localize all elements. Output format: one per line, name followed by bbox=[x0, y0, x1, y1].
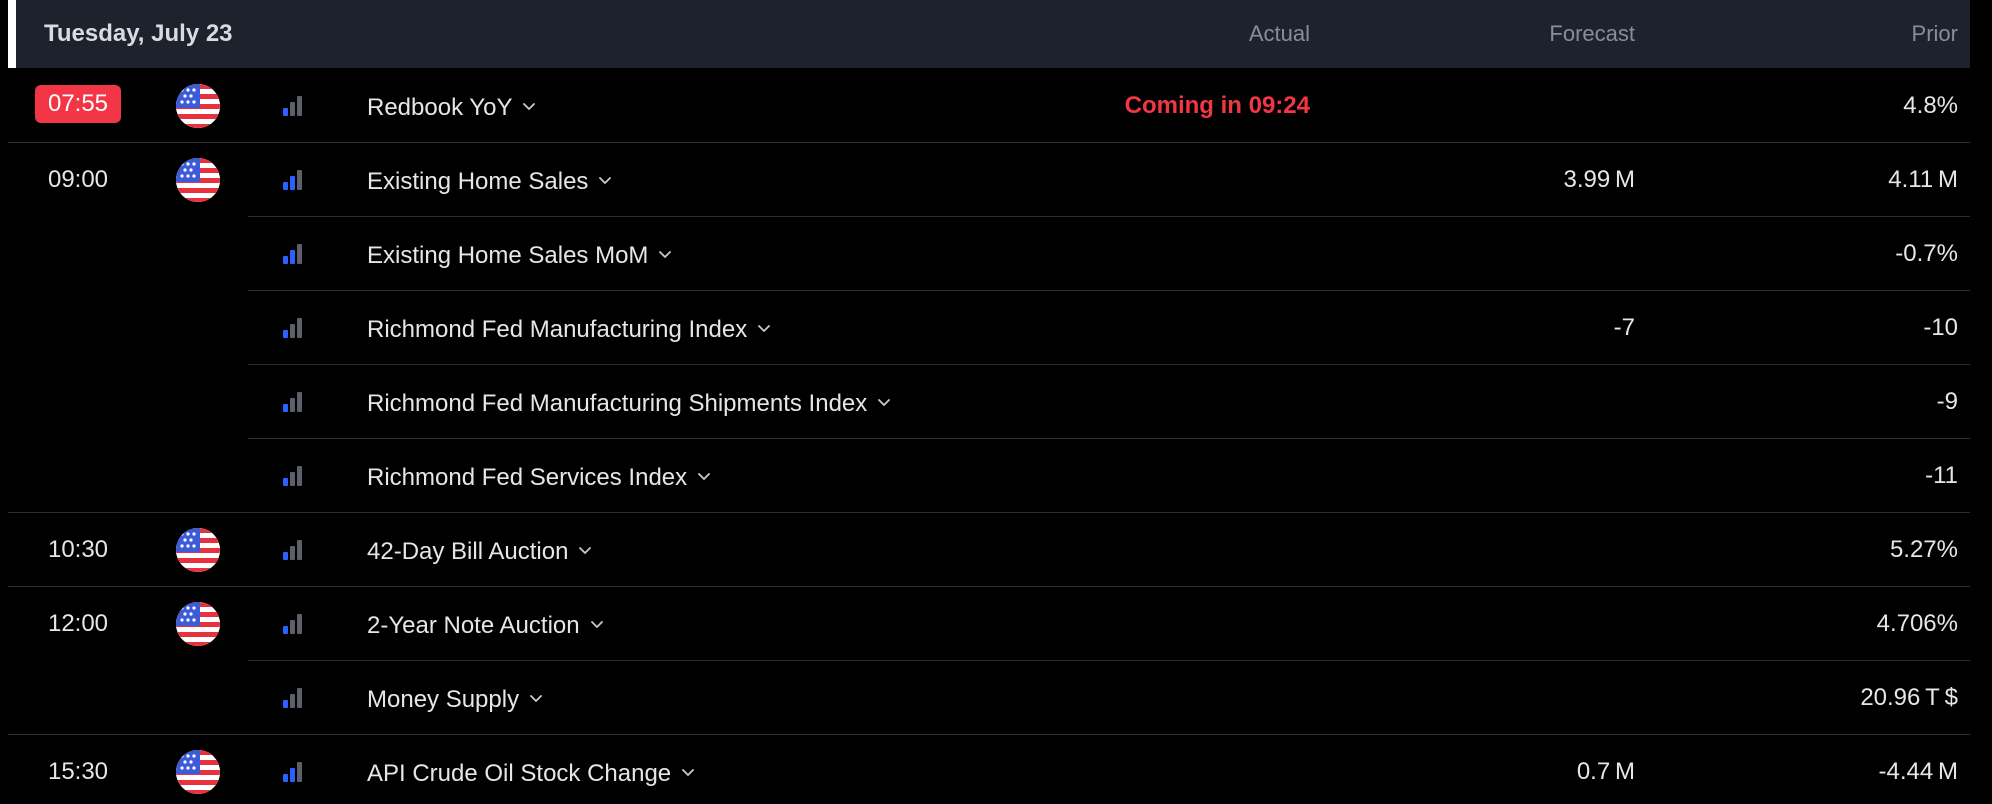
event-prior: -9 bbox=[1936, 388, 1958, 415]
event-row[interactable]: 07:55 Redbook YoY Coming in 09:24 4.8% bbox=[0, 69, 1970, 143]
event-row[interactable]: Richmond Fed Services Index -11 bbox=[0, 439, 1970, 513]
importance-bars-icon bbox=[282, 95, 304, 117]
importance-bars-icon bbox=[282, 539, 304, 561]
event-forecast: 0.7 M bbox=[1576, 758, 1635, 785]
chevron-down-icon[interactable] bbox=[697, 439, 711, 480]
chevron-down-icon[interactable] bbox=[590, 587, 604, 628]
event-time: 10:30 bbox=[47, 536, 109, 563]
importance-bars-icon bbox=[282, 243, 304, 265]
event-row[interactable]: Richmond Fed Manufacturing Index -7 -10 bbox=[0, 291, 1970, 365]
chevron-down-icon[interactable] bbox=[529, 661, 543, 702]
event-name[interactable]: Existing Home Sales bbox=[367, 143, 612, 219]
chevron-down-icon[interactable] bbox=[877, 365, 891, 406]
column-header-actual: Actual bbox=[1248, 21, 1310, 46]
calendar-header: Tuesday, July 23 Actual Forecast Prior bbox=[8, 0, 1970, 68]
event-prior: -4.44 M bbox=[1878, 758, 1959, 785]
importance-bars-icon bbox=[282, 613, 304, 635]
chevron-down-icon[interactable] bbox=[681, 735, 695, 776]
importance-bars-icon bbox=[282, 687, 304, 709]
event-row[interactable]: Money Supply 20.96 T $ bbox=[0, 661, 1970, 735]
event-prior: 4.8% bbox=[1903, 92, 1958, 119]
header-date: Tuesday, July 23 bbox=[44, 20, 233, 47]
event-prior: -11 bbox=[1925, 462, 1958, 489]
event-name[interactable]: Money Supply bbox=[367, 661, 543, 737]
us-flag-icon bbox=[176, 158, 220, 202]
column-header-prior: Prior bbox=[1911, 21, 1958, 46]
event-name[interactable]: Existing Home Sales MoM bbox=[367, 217, 672, 293]
event-row[interactable]: 12:00 2-Year Note Auction 4.706% bbox=[0, 587, 1970, 661]
event-prior: 20.96 T $ bbox=[1860, 684, 1958, 711]
importance-bars-icon bbox=[282, 761, 304, 783]
event-name[interactable]: 2-Year Note Auction bbox=[367, 587, 604, 663]
event-name[interactable]: 42-Day Bill Auction bbox=[367, 513, 592, 589]
event-time: 09:00 bbox=[47, 166, 109, 193]
event-row[interactable]: 15:30 API Crude Oil Stock Change 0.7 M -… bbox=[0, 735, 1970, 804]
event-prior: 4.11 M bbox=[1888, 166, 1958, 193]
importance-bars-icon bbox=[282, 317, 304, 339]
chevron-down-icon[interactable] bbox=[598, 143, 612, 184]
event-name[interactable]: Richmond Fed Services Index bbox=[367, 439, 711, 515]
event-prior: 4.706% bbox=[1876, 610, 1958, 637]
chevron-down-icon[interactable] bbox=[522, 69, 536, 110]
event-prior: 5.27% bbox=[1889, 536, 1958, 563]
event-time: 15:30 bbox=[47, 758, 109, 785]
us-flag-icon bbox=[176, 84, 220, 128]
us-flag-icon bbox=[176, 602, 220, 646]
event-time-live-badge: 07:55 bbox=[35, 85, 121, 123]
event-row[interactable]: 09:00 Existing Home Sales 3.99 M 4.11 M bbox=[0, 143, 1970, 217]
event-name[interactable]: Redbook YoY bbox=[367, 69, 536, 145]
event-name[interactable]: Richmond Fed Manufacturing Shipments Ind… bbox=[367, 365, 891, 441]
chevron-down-icon[interactable] bbox=[578, 513, 592, 554]
event-row[interactable]: Existing Home Sales MoM -0.7% bbox=[0, 217, 1970, 291]
event-row[interactable]: Richmond Fed Manufacturing Shipments Ind… bbox=[0, 365, 1970, 439]
importance-bars-icon bbox=[282, 465, 304, 487]
event-row[interactable]: 10:30 42-Day Bill Auction 5.27% bbox=[0, 513, 1970, 587]
chevron-down-icon[interactable] bbox=[757, 291, 771, 332]
event-time: 12:00 bbox=[47, 610, 109, 637]
event-prior: -10 bbox=[1923, 314, 1958, 341]
importance-bars-icon bbox=[282, 391, 304, 413]
chevron-down-icon[interactable] bbox=[658, 217, 672, 258]
importance-bars-icon bbox=[282, 169, 304, 191]
event-forecast: 3.99 M bbox=[1563, 166, 1635, 193]
header-accent-bar bbox=[8, 0, 16, 68]
economic-calendar: Tuesday, July 23 Actual Forecast Prior 0… bbox=[0, 0, 1992, 804]
event-prior: -0.7% bbox=[1895, 240, 1958, 267]
event-forecast: -7 bbox=[1613, 314, 1635, 341]
event-countdown: Coming in 09:24 bbox=[1124, 92, 1310, 119]
event-name[interactable]: Richmond Fed Manufacturing Index bbox=[367, 291, 771, 367]
column-header-forecast: Forecast bbox=[1549, 21, 1635, 46]
event-name[interactable]: API Crude Oil Stock Change bbox=[367, 735, 695, 804]
us-flag-icon bbox=[176, 528, 220, 572]
us-flag-icon bbox=[176, 750, 220, 794]
